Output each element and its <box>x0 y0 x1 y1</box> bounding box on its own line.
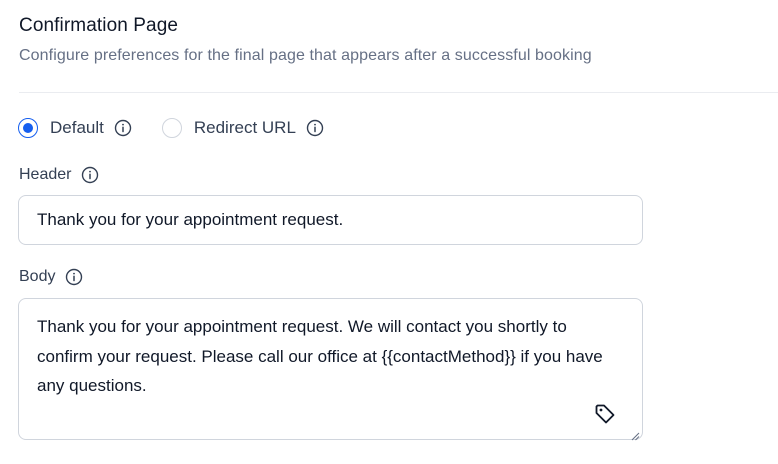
info-circle-icon[interactable] <box>306 119 324 137</box>
info-circle-icon[interactable] <box>81 166 99 184</box>
body-field-label: Body <box>19 268 83 286</box>
body-textarea[interactable]: Thank you for your appointment request. … <box>18 298 643 440</box>
radio-default[interactable] <box>18 118 38 138</box>
section-subtitle: Configure preferences for the final page… <box>19 47 592 64</box>
radio-label-redirect-url: Redirect URL <box>193 118 296 137</box>
divider <box>19 92 778 93</box>
header-label-text: Header <box>19 166 72 183</box>
radio-option-default[interactable]: Default <box>18 118 132 138</box>
body-label-text: Body <box>19 268 56 285</box>
section-title: Confirmation Page <box>19 15 179 36</box>
tag-icon[interactable] <box>593 402 617 426</box>
header-input[interactable]: Thank you for your appointment request. <box>18 195 643 245</box>
info-circle-icon[interactable] <box>65 268 83 286</box>
header-field-label: Header <box>19 166 99 184</box>
confirmation-type-radio-group: Default Redirect URL <box>18 116 354 140</box>
resize-handle-icon[interactable] <box>630 428 640 441</box>
radio-selected-dot <box>23 123 33 133</box>
radio-redirect-url[interactable] <box>161 118 182 138</box>
radio-option-redirect-url[interactable]: Redirect URL <box>161 118 324 138</box>
info-circle-icon[interactable] <box>114 119 132 137</box>
radio-label-default: Default <box>50 118 104 137</box>
confirmation-page-section: Confirmation Page Configure preferences … <box>0 0 778 464</box>
